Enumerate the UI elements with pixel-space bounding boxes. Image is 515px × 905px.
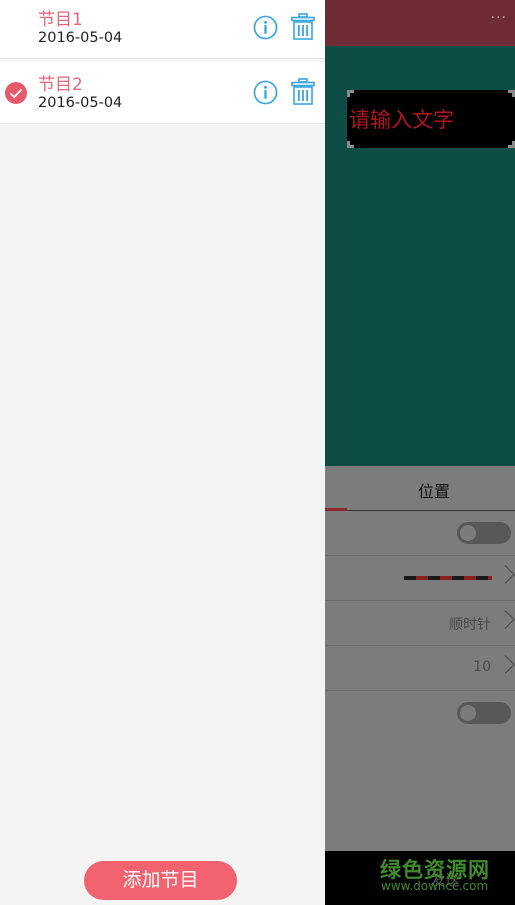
speed-value: 10 (473, 659, 491, 675)
chevron-right-icon (496, 610, 515, 629)
resize-handle-icon[interactable] (508, 141, 515, 148)
chevron-right-icon (496, 565, 515, 584)
resize-handle-icon[interactable] (347, 141, 354, 148)
list-item[interactable]: 节目1 2016-05-04 (0, 0, 325, 59)
info-icon[interactable] (253, 15, 278, 40)
resize-handle-icon[interactable] (347, 90, 354, 97)
program-title: 节目2 (38, 75, 83, 95)
program-date: 2016-05-04 (38, 95, 123, 111)
text-input-box[interactable]: 请输入文字 (347, 90, 515, 148)
line-style-sample (404, 576, 492, 580)
more-icon[interactable]: ··· (491, 10, 507, 26)
info-icon[interactable] (253, 80, 278, 105)
watermark-url: www.downcc.com (381, 879, 489, 893)
check-icon[interactable] (5, 82, 27, 104)
list-item[interactable]: 节目2 2016-05-04 (0, 62, 325, 124)
program-title: 节目1 (38, 10, 83, 30)
add-program-button[interactable]: 添加节目 (84, 861, 237, 900)
program-drawer: 节目1 2016-05-04 节目2 2016-05-04 添加节目 (0, 0, 325, 905)
resize-handle-icon[interactable] (508, 90, 515, 97)
text-placeholder: 请输入文字 (349, 108, 454, 132)
chevron-right-icon (496, 655, 515, 674)
program-date: 2016-05-04 (38, 30, 123, 46)
toggle-switch[interactable] (457, 702, 511, 724)
direction-value: 顺时针 (449, 617, 491, 633)
tab-position[interactable]: 位置 (418, 478, 450, 502)
trash-icon[interactable] (291, 78, 315, 105)
toggle-switch[interactable] (457, 522, 511, 544)
trash-icon[interactable] (291, 13, 315, 40)
